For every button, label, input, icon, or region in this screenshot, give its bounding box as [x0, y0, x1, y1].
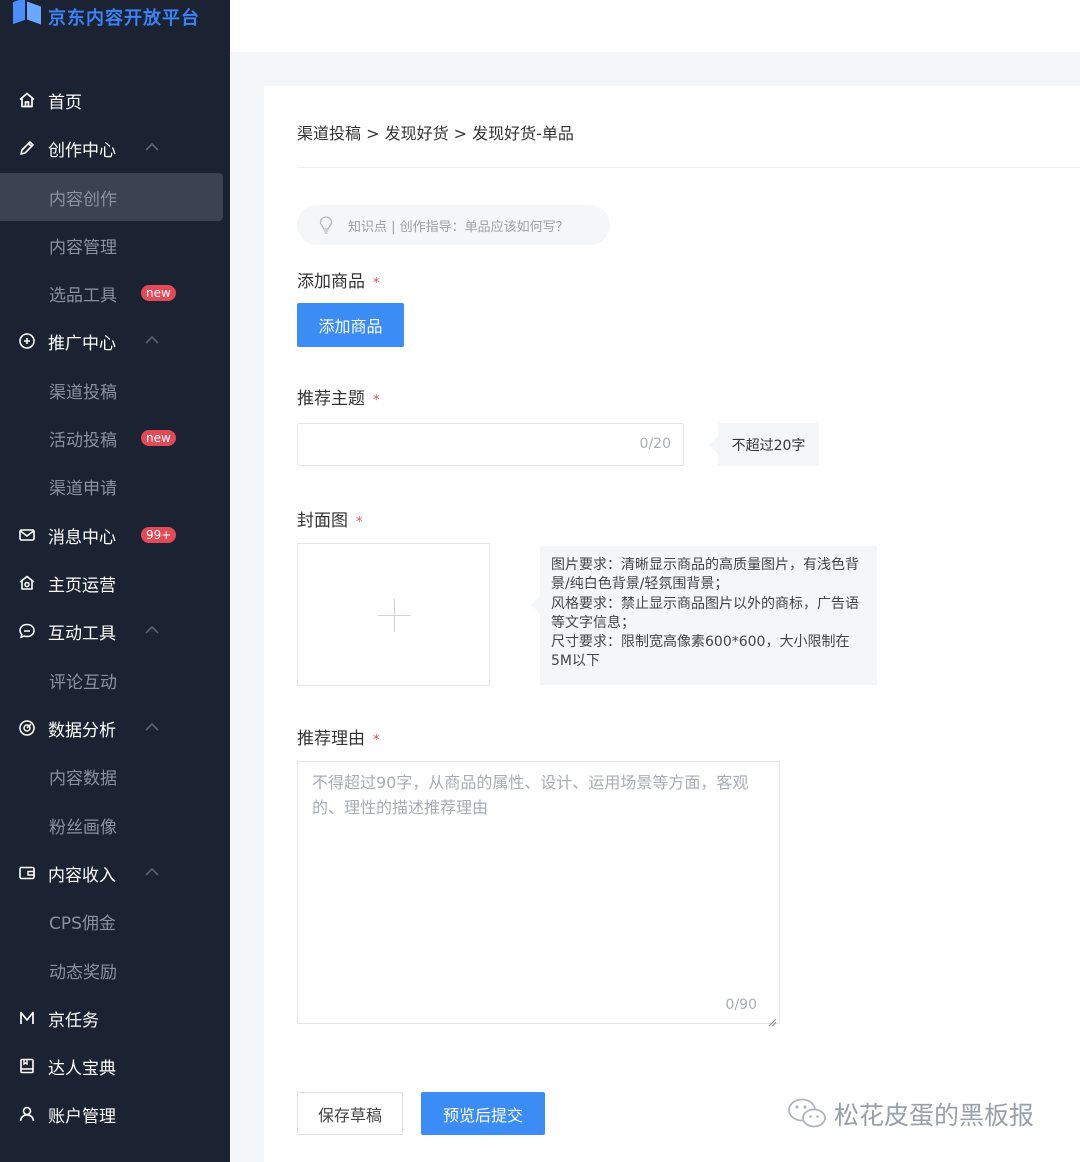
sidebar-item-home[interactable]: 首页 [0, 76, 230, 124]
sidebar-item-homepage-ops[interactable]: 主页运营 [0, 559, 230, 607]
sidebar-item-promote-center[interactable]: 推广中心 [0, 317, 230, 365]
sidebar-item-label: 京任务 [48, 1010, 99, 1031]
sidebar-item-fan-profile[interactable]: 粉丝画像 [0, 801, 230, 849]
add-product-label: 添加商品 * [297, 272, 380, 292]
chat-icon [18, 622, 36, 640]
chevron-up-icon[interactable] [143, 621, 161, 639]
chevron-up-icon[interactable] [143, 718, 161, 736]
sidebar-item-dynamic-reward[interactable]: 动态奖励 [0, 946, 230, 994]
save-draft-button[interactable]: 保存草稿 [297, 1092, 403, 1135]
chevron-up-icon[interactable] [143, 863, 161, 881]
watermark-text: 松花皮蛋的黑板报 [834, 1101, 1035, 1130]
add-product-button[interactable]: 添加商品 [297, 303, 404, 347]
sidebar-item-account[interactable]: 账户管理 [0, 1090, 230, 1138]
sidebar-item-cps-commission[interactable]: CPS佣金 [0, 897, 230, 945]
logo-text: 京东内容开放平台 [48, 8, 200, 29]
analytics-icon [18, 719, 36, 737]
sidebar-item-label: 评论互动 [49, 672, 117, 693]
sidebar-item-content-data[interactable]: 内容数据 [0, 752, 230, 800]
m-icon [18, 1009, 36, 1027]
top-bar [230, 0, 1080, 52]
topic-input[interactable]: 0/20 [297, 423, 684, 466]
sidebar-item-label: 主页运营 [48, 575, 116, 596]
chevron-up-icon[interactable] [143, 331, 161, 349]
sidebar-item-guidebook[interactable]: 达人宝典 [0, 1042, 230, 1090]
sidebar-item-label: 内容创作 [49, 189, 117, 210]
divider [297, 167, 1080, 168]
tip-text: 知识点 | 创作指导：单品应该如何写？ [348, 220, 569, 235]
sidebar-item-label: 数据分析 [48, 720, 116, 741]
sidebar: 京东内容开放平台 首页 创作中心 内容创作 内容管理 选品工具 new 推广中心… [0, 0, 230, 1162]
pen-icon [18, 139, 36, 157]
sidebar-item-label: 内容数据 [49, 768, 117, 789]
sidebar-item-label: 内容管理 [49, 237, 117, 258]
required-mark: * [373, 276, 380, 291]
logo-mark-icon [10, 0, 44, 28]
sidebar-item-create-center[interactable]: 创作中心 [0, 124, 230, 172]
required-mark: * [373, 733, 380, 748]
book-icon [18, 1057, 36, 1075]
sidebar-item-label: 粉丝画像 [49, 817, 117, 838]
sidebar-item-content-manage[interactable]: 内容管理 [0, 221, 230, 269]
topic-label: 推荐主题 * [297, 389, 380, 409]
resize-handle-icon[interactable] [768, 1012, 777, 1027]
sidebar-item-data-analysis[interactable]: 数据分析 [0, 704, 230, 752]
sidebar-item-label: 活动投稿 [49, 430, 117, 451]
sidebar-item-message-center[interactable]: 消息中心 99+ [0, 511, 230, 559]
sidebar-item-event-submit[interactable]: 活动投稿 new [0, 414, 230, 462]
watermark: 松花皮蛋的黑板报 [786, 1094, 1034, 1134]
wechat-icon [786, 1096, 830, 1132]
sidebar-item-interaction-tools[interactable]: 互动工具 [0, 607, 230, 655]
reason-placeholder: 不得超过90字，从商品的属性、设计、运用场景等方面，客观的、理性的描述推荐理由 [312, 773, 749, 817]
sidebar-item-label: 账户管理 [48, 1106, 116, 1127]
sidebar-item-label: 渠道申请 [49, 478, 117, 499]
sidebar-item-channel-submit[interactable]: 渠道投稿 [0, 366, 230, 414]
sidebar-item-label: CPS佣金 [49, 913, 116, 934]
reason-textarea[interactable]: 不得超过90字，从商品的属性、设计、运用场景等方面，客观的、理性的描述推荐理由 … [297, 761, 780, 1027]
wallet-icon [18, 864, 36, 882]
sidebar-item-label: 内容收入 [48, 865, 116, 886]
home-operate-icon [18, 574, 36, 592]
chevron-up-icon[interactable] [143, 138, 161, 156]
char-counter: 0/20 [639, 436, 671, 452]
sidebar-item-label: 达人宝典 [48, 1058, 116, 1079]
sidebar-item-comment-interaction[interactable]: 评论互动 [0, 656, 230, 704]
home-icon [18, 91, 36, 109]
required-mark: * [373, 393, 380, 408]
sidebar-item-content-create[interactable]: 内容创作 [0, 173, 223, 221]
required-mark: * [356, 515, 363, 530]
sidebar-item-label: 创作中心 [48, 140, 116, 161]
promote-icon [18, 332, 36, 350]
sidebar-item-label: 推广中心 [48, 333, 116, 354]
reason-label: 推荐理由 * [297, 729, 380, 749]
cover-requirements: 图片要求：清晰显示商品的高质量图片，有浅色背景/纯白色背景/轻氛围背景； 风格要… [531, 546, 877, 685]
requirement-line: 图片要求：清晰显示商品的高质量图片，有浅色背景/纯白色背景/轻氛围背景； [551, 557, 859, 593]
sidebar-item-channel-apply[interactable]: 渠道申请 [0, 462, 230, 510]
writing-tip[interactable]: 知识点 | 创作指导：单品应该如何写？ [297, 205, 610, 245]
new-badge: new [141, 285, 176, 301]
preview-submit-button[interactable]: 预览后提交 [421, 1092, 545, 1135]
cover-upload[interactable] [297, 543, 490, 686]
sidebar-item-content-income[interactable]: 内容收入 [0, 849, 230, 897]
sidebar-item-jd-tasks[interactable]: 京任务 [0, 994, 230, 1042]
requirement-line: 尺寸要求：限制宽高像素600*600，大小限制在5M以下 [551, 634, 850, 670]
new-badge: new [141, 430, 176, 446]
sidebar-item-label: 互动工具 [48, 623, 116, 644]
requirement-line: 风格要求：禁止显示商品图片以外的商标，广告语等文字信息； [551, 595, 859, 631]
lightbulb-icon [317, 215, 335, 235]
sidebar-item-label: 消息中心 [48, 527, 116, 548]
sidebar-item-label: 渠道投稿 [49, 382, 117, 403]
breadcrumb[interactable]: 渠道投稿 > 发现好货 > 发现好货-单品 [297, 120, 574, 144]
sidebar-item-label: 首页 [48, 92, 82, 113]
logo[interactable]: 京东内容开放平台 [10, 0, 200, 34]
sidebar-item-label: 动态奖励 [49, 962, 117, 983]
mail-icon [18, 526, 36, 544]
count-badge: 99+ [141, 527, 177, 543]
user-icon [18, 1105, 36, 1123]
sidebar-item-label: 选品工具 [49, 285, 117, 306]
char-counter: 0/90 [725, 997, 757, 1013]
sidebar-item-product-tool[interactable]: 选品工具 new [0, 269, 230, 317]
cover-label: 封面图 * [297, 511, 363, 531]
topic-hint: 不超过20字 [709, 423, 819, 466]
